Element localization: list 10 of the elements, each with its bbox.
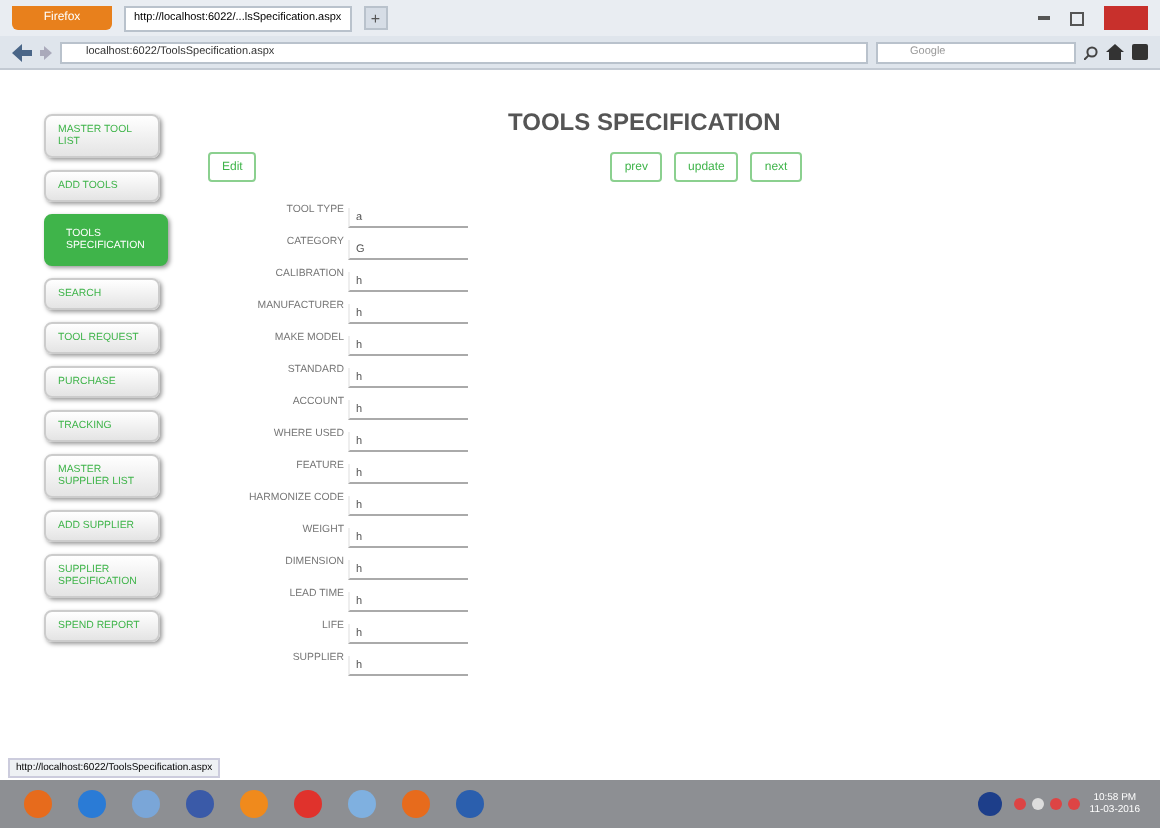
close-button[interactable] <box>1104 6 1148 30</box>
new-tab-button[interactable]: + <box>363 6 388 30</box>
back-icon[interactable] <box>12 43 32 61</box>
home-icon[interactable] <box>1106 44 1124 60</box>
forward-icon[interactable] <box>40 45 52 59</box>
minimize-icon[interactable] <box>1038 16 1050 20</box>
tray-icons-drawing <box>1011 796 1080 812</box>
page-title: TOOLS SPECIFICATION <box>508 108 783 136</box>
search-icon[interactable] <box>1084 45 1098 59</box>
maximize-icon[interactable] <box>1070 11 1084 25</box>
